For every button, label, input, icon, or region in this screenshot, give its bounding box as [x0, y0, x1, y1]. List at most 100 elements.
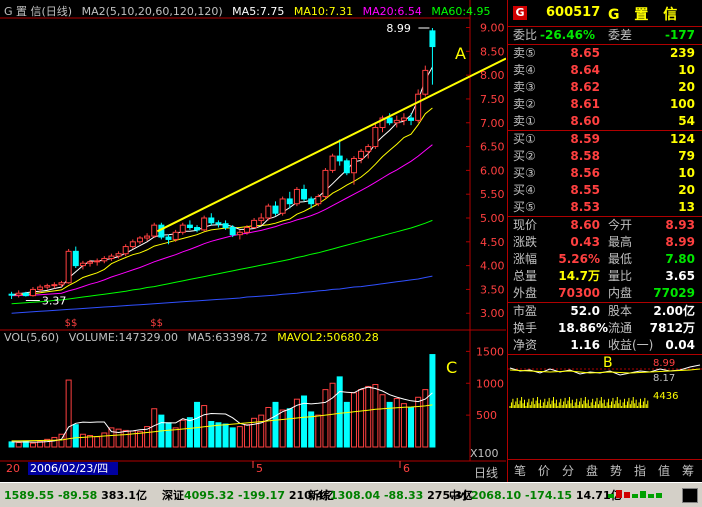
kline-chart-area[interactable]: A 8.99 3.37 $$ $$ C 9.00 8.50 8.00 7.50 7.00 6.50…	[0, 0, 507, 482]
price-axis-label: 6.50	[480, 141, 505, 154]
sh-index-block[interactable]: 1589.55 -89.58 383.1亿	[4, 487, 147, 503]
volume-bar	[172, 427, 179, 448]
candle-body	[315, 196, 322, 205]
candle-body	[308, 198, 315, 205]
finance-label: 净资	[513, 338, 538, 352]
quote-row: 涨幅 5.26% 最低 7.80	[508, 251, 702, 268]
bid-label: 买①	[513, 132, 536, 146]
tab-7[interactable]: 筹	[682, 462, 694, 479]
price-axis-label: 4.50	[480, 236, 505, 249]
zx-index-block[interactable]: 中小2068.10 -174.15 14.71亿	[449, 487, 622, 503]
volume-bar	[215, 422, 222, 448]
volume-bar	[79, 433, 86, 448]
price-axis-label: 8.50	[480, 45, 505, 58]
intraday-mini-chart[interactable]: 8.99 8.17 4436 B	[508, 354, 702, 409]
quote-label-2: 内盘	[608, 286, 633, 300]
quote-label: 现价	[513, 218, 538, 232]
connection-icon[interactable]	[682, 488, 698, 503]
candle-body	[44, 285, 51, 288]
volume-unit: X100	[470, 447, 499, 460]
ask-volume: 20	[678, 80, 695, 94]
finance-row: 市盈 52.0 股本 2.00亿	[508, 303, 702, 320]
vol-settings: VOL(5,60)	[4, 331, 60, 344]
ask-price: 8.64	[570, 63, 600, 77]
signal-mark: $$	[65, 318, 78, 329]
tab-4[interactable]: 势	[610, 462, 622, 479]
zx-index: 2068.10	[471, 489, 522, 502]
month-6: 6	[403, 462, 410, 475]
candle-body	[365, 146, 372, 152]
price-axis-label: 7.00	[480, 117, 505, 130]
candle-body	[293, 188, 300, 205]
xz-label: 新综	[308, 489, 330, 502]
ask-price: 8.60	[570, 114, 600, 128]
candle-body	[194, 227, 201, 231]
finance-value: 1.16	[570, 338, 600, 352]
candle-body	[151, 224, 158, 237]
sz-label: 深证	[162, 489, 184, 502]
volume-bar	[65, 379, 72, 448]
bid-price: 8.56	[570, 166, 600, 180]
tab-3[interactable]: 盘	[586, 462, 598, 479]
zx-change: -174.15	[524, 489, 572, 502]
candle-body	[22, 292, 29, 297]
candle-body	[8, 293, 15, 296]
quote-row: 涨跌 0.43 最高 8.99	[508, 234, 702, 251]
candle-body	[415, 93, 422, 121]
quote-label: 外盘	[513, 286, 538, 300]
quote-label-2: 量比	[608, 269, 633, 283]
tab-6[interactable]: 值	[658, 462, 670, 479]
quote-label: 涨幅	[513, 252, 538, 266]
ask-label: 卖②	[513, 97, 536, 111]
price-axis-label: 5.50	[480, 188, 505, 201]
quote-row: 总量 14.7万 量比 3.65	[508, 268, 702, 285]
volume-bar	[429, 354, 436, 448]
quote-value-2: 77029	[653, 286, 695, 300]
bid-row: 买② 8.58 79	[508, 148, 702, 165]
finance-label: 市盈	[513, 304, 538, 318]
period-tab[interactable]: 日线	[474, 464, 498, 481]
quote-label-2: 最高	[608, 235, 633, 249]
candle-body	[136, 237, 143, 243]
volume-bar	[372, 384, 379, 448]
candle-body	[94, 260, 101, 263]
ask-volume: 54	[678, 114, 695, 128]
annotation-a: A	[455, 44, 466, 63]
candle-body	[215, 222, 222, 225]
candle-body	[236, 231, 243, 236]
committee-ratio-label: 委比	[513, 28, 538, 42]
tab-0[interactable]: 笔	[514, 462, 526, 479]
volume-bar	[186, 417, 193, 448]
bid-price: 8.53	[570, 200, 600, 214]
volume-bar	[208, 421, 215, 448]
tab-5[interactable]: 指	[634, 462, 646, 479]
quote-panel: G 600517 G 置 信 委比 -26.46% 委差 -177 卖⑤ 8.65…	[507, 0, 702, 482]
candle-body	[422, 69, 429, 95]
bid-label: 买②	[513, 149, 536, 163]
bid-row: 买⑤ 8.53 13	[508, 199, 702, 216]
candle-body	[258, 217, 265, 221]
volume-bar	[350, 392, 357, 448]
bid-row: 买③ 8.56 10	[508, 165, 702, 182]
tab-2[interactable]: 分	[562, 462, 574, 479]
kline-chart-svg[interactable]: A 8.99 3.37 $$ $$ C 9.00 8.50 8.00 7.50 7.00 6.50…	[0, 0, 507, 482]
finance-value: 52.0	[570, 304, 600, 318]
volume-bar	[108, 427, 115, 448]
sz-change: -199.17	[237, 489, 285, 502]
ask-label: 卖③	[513, 80, 536, 94]
volume-header: VOL(5,60) VOLUME:147329.00 MA5:63398.72 …	[4, 331, 385, 344]
volume-bar	[343, 401, 350, 448]
finance-label-2: 流通	[608, 321, 633, 335]
ask-price: 8.62	[570, 80, 600, 94]
volume-bar	[194, 401, 201, 448]
ask-volume: 10	[678, 63, 695, 77]
candle-body	[79, 262, 86, 267]
candle-body	[65, 250, 72, 284]
tab-1[interactable]: 价	[538, 462, 550, 479]
volume-bar	[51, 436, 58, 448]
annotation-c: C	[446, 358, 457, 377]
candle-body	[58, 282, 65, 286]
ma10-line	[11, 107, 433, 296]
candle-body	[144, 235, 151, 239]
candle-body	[358, 150, 365, 159]
